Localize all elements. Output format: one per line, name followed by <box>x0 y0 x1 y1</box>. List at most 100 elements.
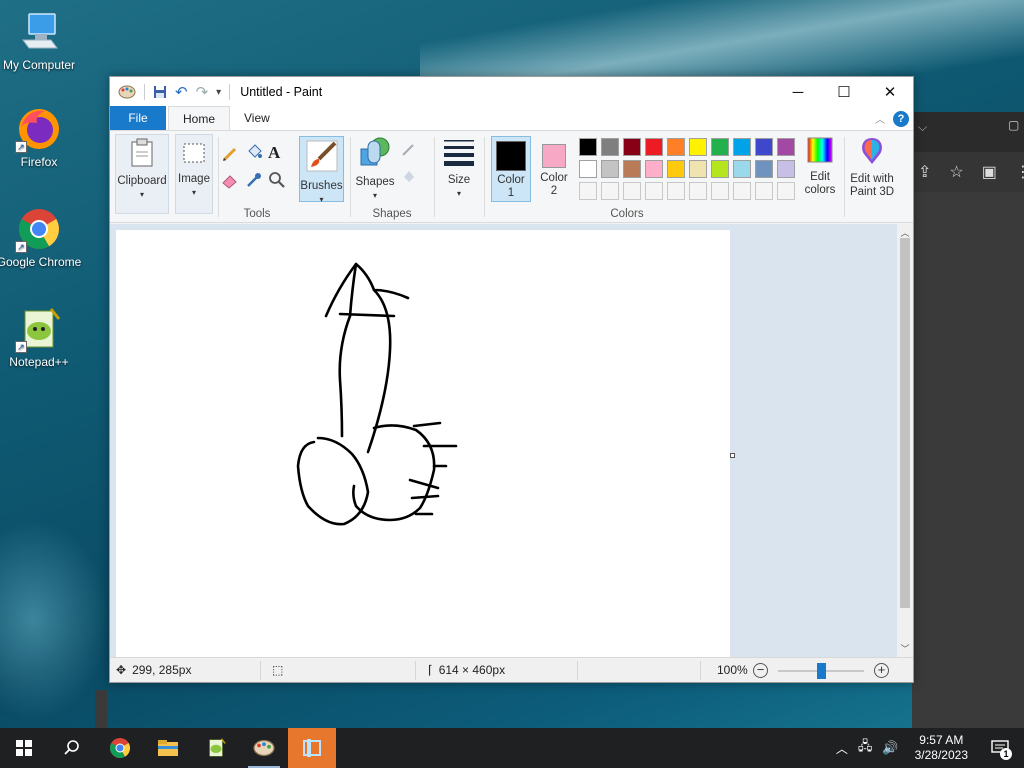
taskbar-chrome[interactable] <box>96 728 144 768</box>
zoom-slider-thumb[interactable] <box>817 663 826 679</box>
clipboard-button[interactable]: Clipboard ▾ <box>115 134 169 214</box>
palette-color-swatch[interactable] <box>645 160 663 178</box>
desktop-icon-google-chrome[interactable]: ↗ Google Chrome <box>0 205 82 269</box>
palette-color-swatch[interactable] <box>645 138 663 156</box>
chevron-down-icon[interactable]: ⌵ <box>918 120 927 135</box>
palette-color-swatch[interactable] <box>755 160 773 178</box>
size-button[interactable]: Size ▾ <box>438 137 480 200</box>
color1-button[interactable]: Color 1 <box>491 136 531 202</box>
magnifier-icon[interactable] <box>268 171 286 189</box>
canvas-workspace[interactable] <box>110 224 903 657</box>
palette-color-swatch[interactable] <box>733 138 751 156</box>
outline-icon[interactable] <box>400 141 418 159</box>
color2-button[interactable]: Color 2 <box>534 136 574 202</box>
drawing-canvas[interactable] <box>116 230 730 657</box>
brushes-label: Brushes <box>300 180 343 192</box>
share-icon[interactable]: ⇪ <box>918 162 931 182</box>
custom-color-slot[interactable] <box>733 182 751 200</box>
brush-icon <box>306 140 337 172</box>
palette-color-swatch[interactable] <box>755 138 773 156</box>
volume-icon[interactable]: 🔊 <box>882 740 898 756</box>
eraser-icon[interactable] <box>221 171 239 189</box>
sidebar-icon[interactable]: ▣ <box>982 162 997 182</box>
chevron-down-icon: ▾ <box>191 188 196 197</box>
desktop-icon-notepad-plus-plus[interactable]: ↗ Notepad++ <box>0 305 82 369</box>
custom-color-slot[interactable] <box>601 182 619 200</box>
custom-color-slot[interactable] <box>579 182 597 200</box>
vertical-scrollbar[interactable]: ︿ ﹀ <box>897 224 913 657</box>
pencil-icon[interactable] <box>221 145 239 163</box>
network-icon[interactable]: 🖧 <box>858 737 873 759</box>
custom-color-slot[interactable] <box>755 182 773 200</box>
minimize-icon[interactable]: ▢ <box>1008 118 1019 132</box>
close-button[interactable]: ✕ <box>867 77 913 107</box>
tab-view[interactable]: View <box>230 106 284 130</box>
background-browser-window[interactable]: ⌵ ▢ ⇪ ☆ ▣ ⋮ <box>912 112 1024 728</box>
desktop-icon-my-computer[interactable]: My Computer <box>0 8 82 72</box>
palette-color-swatch[interactable] <box>623 138 641 156</box>
palette-color-swatch[interactable] <box>579 160 597 178</box>
custom-color-slot[interactable] <box>667 182 685 200</box>
notification-center-button[interactable]: 1 <box>984 728 1016 768</box>
tab-file[interactable]: File <box>110 106 166 130</box>
palette-color-swatch[interactable] <box>689 138 707 156</box>
custom-color-slot[interactable] <box>689 182 707 200</box>
save-icon[interactable] <box>153 85 167 99</box>
taskbar-file-explorer[interactable] <box>144 728 192 768</box>
resize-handle-right[interactable] <box>730 453 735 458</box>
palette-color-swatch[interactable] <box>667 138 685 156</box>
palette-color-swatch[interactable] <box>777 160 795 178</box>
minimize-button[interactable]: ─ <box>775 77 821 107</box>
image-button[interactable]: Image ▾ <box>175 134 213 214</box>
palette-color-swatch[interactable] <box>711 138 729 156</box>
clock[interactable]: 9:57 AM 3/28/2023 <box>909 733 974 763</box>
edit-with-paint3d-button[interactable]: Edit with Paint 3D <box>846 136 898 199</box>
undo-icon[interactable]: ↶ <box>175 83 188 101</box>
palette-color-swatch[interactable] <box>601 138 619 156</box>
palette-color-swatch[interactable] <box>623 160 641 178</box>
fill-bucket-icon[interactable] <box>245 143 263 161</box>
customize-quick-access-icon[interactable]: ▾ <box>216 87 221 98</box>
color-picker-icon[interactable] <box>245 171 263 189</box>
palette-color-swatch[interactable] <box>579 138 597 156</box>
palette-color-swatch[interactable] <box>601 160 619 178</box>
start-button[interactable] <box>0 728 48 768</box>
palette-color-swatch[interactable] <box>733 160 751 178</box>
image-size-value: 614 × 460px <box>438 663 506 677</box>
star-icon[interactable]: ☆ <box>949 162 963 182</box>
palette-color-swatch[interactable] <box>777 138 795 156</box>
taskbar-active-app[interactable] <box>288 728 336 768</box>
size-label: Size <box>447 174 471 186</box>
chevron-up-icon[interactable]: ︿ <box>836 740 848 757</box>
maximize-button[interactable]: ☐ <box>821 77 867 107</box>
help-button[interactable]: ? <box>893 111 909 127</box>
custom-color-slot[interactable] <box>777 182 795 200</box>
zoom-out-button[interactable]: − <box>753 663 768 678</box>
search-button[interactable] <box>48 728 96 768</box>
palette-color-swatch[interactable] <box>667 160 685 178</box>
fill-icon[interactable] <box>400 167 418 185</box>
edit-colors-button[interactable]: Edit colors <box>800 136 840 197</box>
more-icon[interactable]: ⋮ <box>1015 162 1024 182</box>
palette-color-swatch[interactable] <box>711 160 729 178</box>
custom-color-slot[interactable] <box>623 182 641 200</box>
palette-color-swatch[interactable] <box>689 160 707 178</box>
browser-titlebar[interactable]: ⌵ ▢ <box>912 112 1024 152</box>
scroll-down-icon[interactable]: ﹀ <box>897 642 913 655</box>
scrollbar-thumb[interactable] <box>900 238 910 608</box>
taskbar-notepad-plus-plus[interactable] <box>192 728 240 768</box>
text-tool-icon[interactable]: A <box>268 143 286 162</box>
desktop-icon-firefox[interactable]: ↗ Firefox <box>0 105 82 169</box>
paint-titlebar[interactable]: ↶ ↷ ▾ Untitled - Paint ─ ☐ ✕ <box>110 77 913 107</box>
collapse-ribbon-icon[interactable]: ︿ <box>875 111 885 126</box>
custom-color-slot[interactable] <box>645 182 663 200</box>
custom-color-slot[interactable] <box>711 182 729 200</box>
tab-home[interactable]: Home <box>168 106 231 130</box>
shapes-button[interactable]: Shapes ▾ <box>355 135 395 202</box>
color1-swatch <box>496 141 526 171</box>
redo-icon[interactable]: ↷ <box>196 83 209 101</box>
zoom-in-button[interactable]: + <box>874 663 889 678</box>
taskbar-paint[interactable] <box>240 728 288 768</box>
paint-app-icon[interactable] <box>118 84 136 100</box>
brushes-button[interactable]: Brushes ▾ <box>299 136 344 204</box>
